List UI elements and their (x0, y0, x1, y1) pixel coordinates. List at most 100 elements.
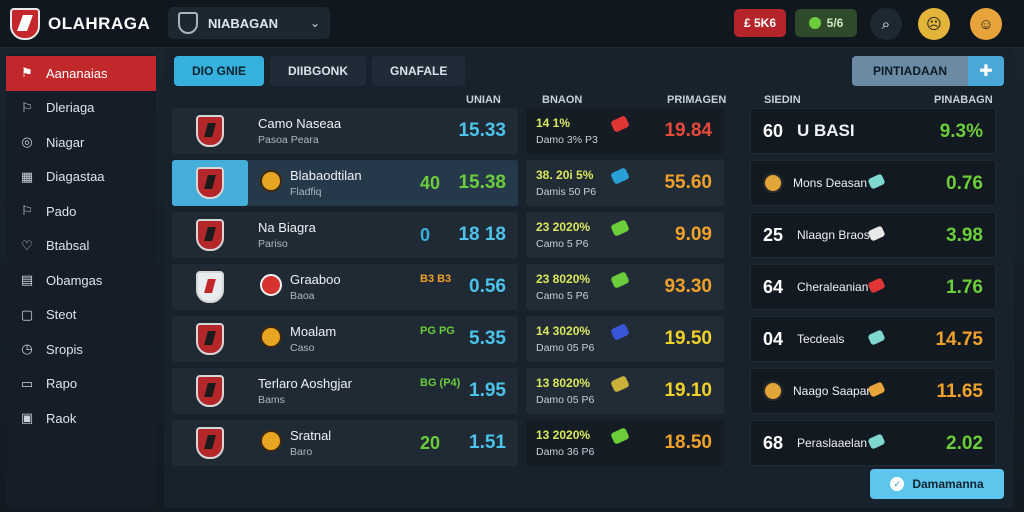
league-selector[interactable]: NIABAGAN ⌄ (168, 7, 330, 39)
table-row[interactable]: Blabaodtilan Fladfiq 40 15.38 38. 20i 5% Dami… (172, 160, 1006, 206)
ranking-value: 0.76 (946, 173, 983, 194)
team-cell[interactable]: Moalam Caso PG PG 5.35 (172, 316, 518, 362)
player-badge-icon (763, 173, 783, 193)
table-row[interactable]: Camo Naseaa Pasoa Peara 15.33 14 1% Damo 3% … (172, 108, 1006, 154)
ranking-cell[interactable]: 64 Cheraleanian 1.76 (750, 264, 996, 310)
page-icon: ▭ (20, 375, 34, 391)
notification-avatar[interactable]: ☹ (918, 8, 950, 40)
balance-value: £ 5K6 (743, 16, 777, 30)
odds-cell[interactable]: 13 2020% Damo 36 P6 18.50 (526, 420, 724, 466)
add-action[interactable]: PINTIADAAN ✚ (852, 56, 1004, 86)
club-crest-icon (196, 271, 224, 303)
team-cell[interactable]: Camo Naseaa Pasoa Peara 15.33 (172, 108, 518, 154)
odds-percent: 38. 20i 5% (536, 168, 594, 182)
gem-icon (867, 433, 886, 450)
sidebar-item-label: Raok (46, 410, 77, 426)
column-header: UNIAN (466, 94, 501, 106)
score-value: 15.38 (458, 172, 506, 193)
tab[interactable]: GNAFALE (372, 56, 466, 86)
target-icon: ◎ (21, 134, 33, 150)
sidebar-item[interactable]: ▤ Obamgas (6, 263, 156, 298)
odds-cell[interactable]: 14 1% Damo 3% P3 19.84 (526, 108, 724, 154)
ranking-cell[interactable]: 25 Nlaagn Braoso 3.98 (750, 212, 996, 258)
search-icon: ⌕ (881, 15, 891, 33)
user-avatar[interactable]: ☺ (970, 8, 1002, 40)
club-badge-icon (260, 326, 282, 348)
search-button[interactable]: ⌕ (870, 8, 902, 40)
ranking-cell[interactable]: 68 Peraslaaelan 2.02 (750, 420, 996, 466)
table-row[interactable]: Sratnal Baro 20 1.51 13 2020% Damo 36 P6 18.50… (172, 420, 1006, 466)
odds-value: 19.50 (664, 328, 712, 349)
check-icon: ✓ (890, 477, 905, 491)
sidebar-item[interactable]: ◷ Sropis (6, 332, 156, 367)
ranking-value: 11.65 (936, 381, 984, 402)
ranking-cell[interactable]: Naago Saapan 11.65 (750, 368, 996, 414)
balance-badge[interactable]: £ 5K6 (734, 9, 786, 37)
sidebar: ⚑ Aananaias ⚐ Dleriaga ◎ Niagar ▦ Diagastaa ⚐ Pad… (6, 54, 156, 506)
club-crest-icon (196, 219, 224, 251)
tab[interactable]: DIO GNIE (174, 56, 265, 86)
team-name: Camo Naseaa (258, 116, 342, 131)
status-badge[interactable]: 5/6 (795, 9, 857, 37)
sidebar-item[interactable]: ▢ Steot (6, 298, 156, 333)
main-panel: DIO GNIE DIIBGONK GNAFALE PINTIADAAN ✚ UNI… (164, 48, 1014, 508)
team-subtitle: Caso (290, 342, 315, 354)
crest-box (172, 160, 248, 206)
ranking-cell[interactable]: 60 U BASI 9.3% (750, 108, 996, 154)
team-cell[interactable]: Graaboo Baoa B3 B3 0.56 (172, 264, 518, 310)
player-name: Cheraleanian (797, 280, 869, 294)
sidebar-item[interactable]: ▭ Rapo (6, 367, 156, 402)
action-button[interactable]: PINTIADAAN (852, 56, 968, 86)
sidebar-item-label: Btabsal (46, 238, 90, 254)
odds-cell[interactable]: 38. 20i 5% Damis 50 P6 55.60 (526, 160, 724, 206)
odds-cell[interactable]: 23 8020% Camo 5 P6 93.30 (526, 264, 724, 310)
plus-icon[interactable]: ✚ (968, 56, 1004, 86)
odds-value: 18.50 (664, 432, 712, 453)
team-cell[interactable]: Terlaro Aoshgjar Bams BG (P4) 1.95 (172, 368, 518, 414)
crest-box (172, 420, 248, 466)
chart-icon: ▤ (20, 272, 34, 288)
team-cell[interactable]: Sratnal Baro 20 1.51 (172, 420, 518, 466)
odds-cell[interactable]: 14 3020% Damo 05 P6 19.50 (526, 316, 724, 362)
floating-action-button[interactable]: ✓ Damamanna (870, 469, 1004, 499)
odds-detail: Camo 5 P6 (536, 238, 589, 250)
brand[interactable]: OLAHRAGA (10, 8, 150, 40)
table-row[interactable]: Moalam Caso PG PG 5.35 14 3020% Damo 05 P6 19.… (172, 316, 1006, 362)
sidebar-item[interactable]: ▦ Diagastaa (6, 160, 156, 195)
table-row[interactable]: Na Biagra Pariso 0 18 18 23 2020% Camo 5 P6 9.… (172, 212, 1006, 258)
team-name: Terlaro Aoshgjar (258, 376, 352, 391)
sidebar-item-label: Diagastaa (46, 169, 105, 185)
odds-cell[interactable]: 23 2020% Camo 5 P6 9.09 (526, 212, 724, 258)
table-row[interactable]: Graaboo Baoa B3 B3 0.56 23 8020% Camo 5 P6 93.… (172, 264, 1006, 310)
score-value: 5.35 (469, 328, 506, 349)
gem-icon (610, 323, 630, 341)
tab-bar: DIO GNIE DIIBGONK GNAFALE (174, 56, 466, 86)
team-cell[interactable]: Na Biagra Pariso 0 18 18 (172, 212, 518, 258)
gem-icon (610, 115, 630, 133)
sidebar-item[interactable]: ⚐ Dleriaga (6, 91, 156, 126)
score-value: 15.33 (458, 120, 506, 141)
sidebar-item[interactable]: ♡ Btabsal (6, 229, 156, 264)
odds-cell[interactable]: 13 8020% Damo 05 P6 19.10 (526, 368, 724, 414)
sidebar-item-label: Pado (46, 203, 77, 219)
team-subtitle: Baoa (290, 290, 315, 302)
app-title: OLAHRAGA (48, 14, 151, 33)
stat-value: 20 (420, 433, 441, 453)
sidebar-item[interactable]: ▣ Raok (6, 401, 156, 436)
lock-icon: ▣ (20, 410, 34, 426)
team-cell[interactable]: Blabaodtilan Fladfiq 40 15.38 (172, 160, 518, 206)
sidebar-item[interactable]: ◎ Niagar (6, 125, 156, 160)
ranking-cell[interactable]: Mons Deasan 0.76 (750, 160, 996, 206)
face-avatar-icon: ☺ (978, 15, 994, 33)
club-badge-icon (260, 430, 282, 452)
table-row[interactable]: Terlaro Aoshgjar Bams BG (P4) 1.95 13 8020% D… (172, 368, 1006, 414)
status-dot-icon (808, 17, 821, 29)
ranking-cell[interactable]: 04 Tecdeals 14.75 (750, 316, 996, 362)
sidebar-item[interactable]: ⚐ Pado (6, 194, 156, 229)
heart-icon: ♡ (21, 237, 33, 253)
player-name: Mons Deasan (793, 176, 868, 190)
tab[interactable]: DIIBGONK (270, 56, 367, 86)
stat-value: 40 (420, 173, 441, 193)
player-name: U BASI (797, 121, 855, 140)
sidebar-item[interactable]: ⚑ Aananaias (6, 56, 156, 91)
